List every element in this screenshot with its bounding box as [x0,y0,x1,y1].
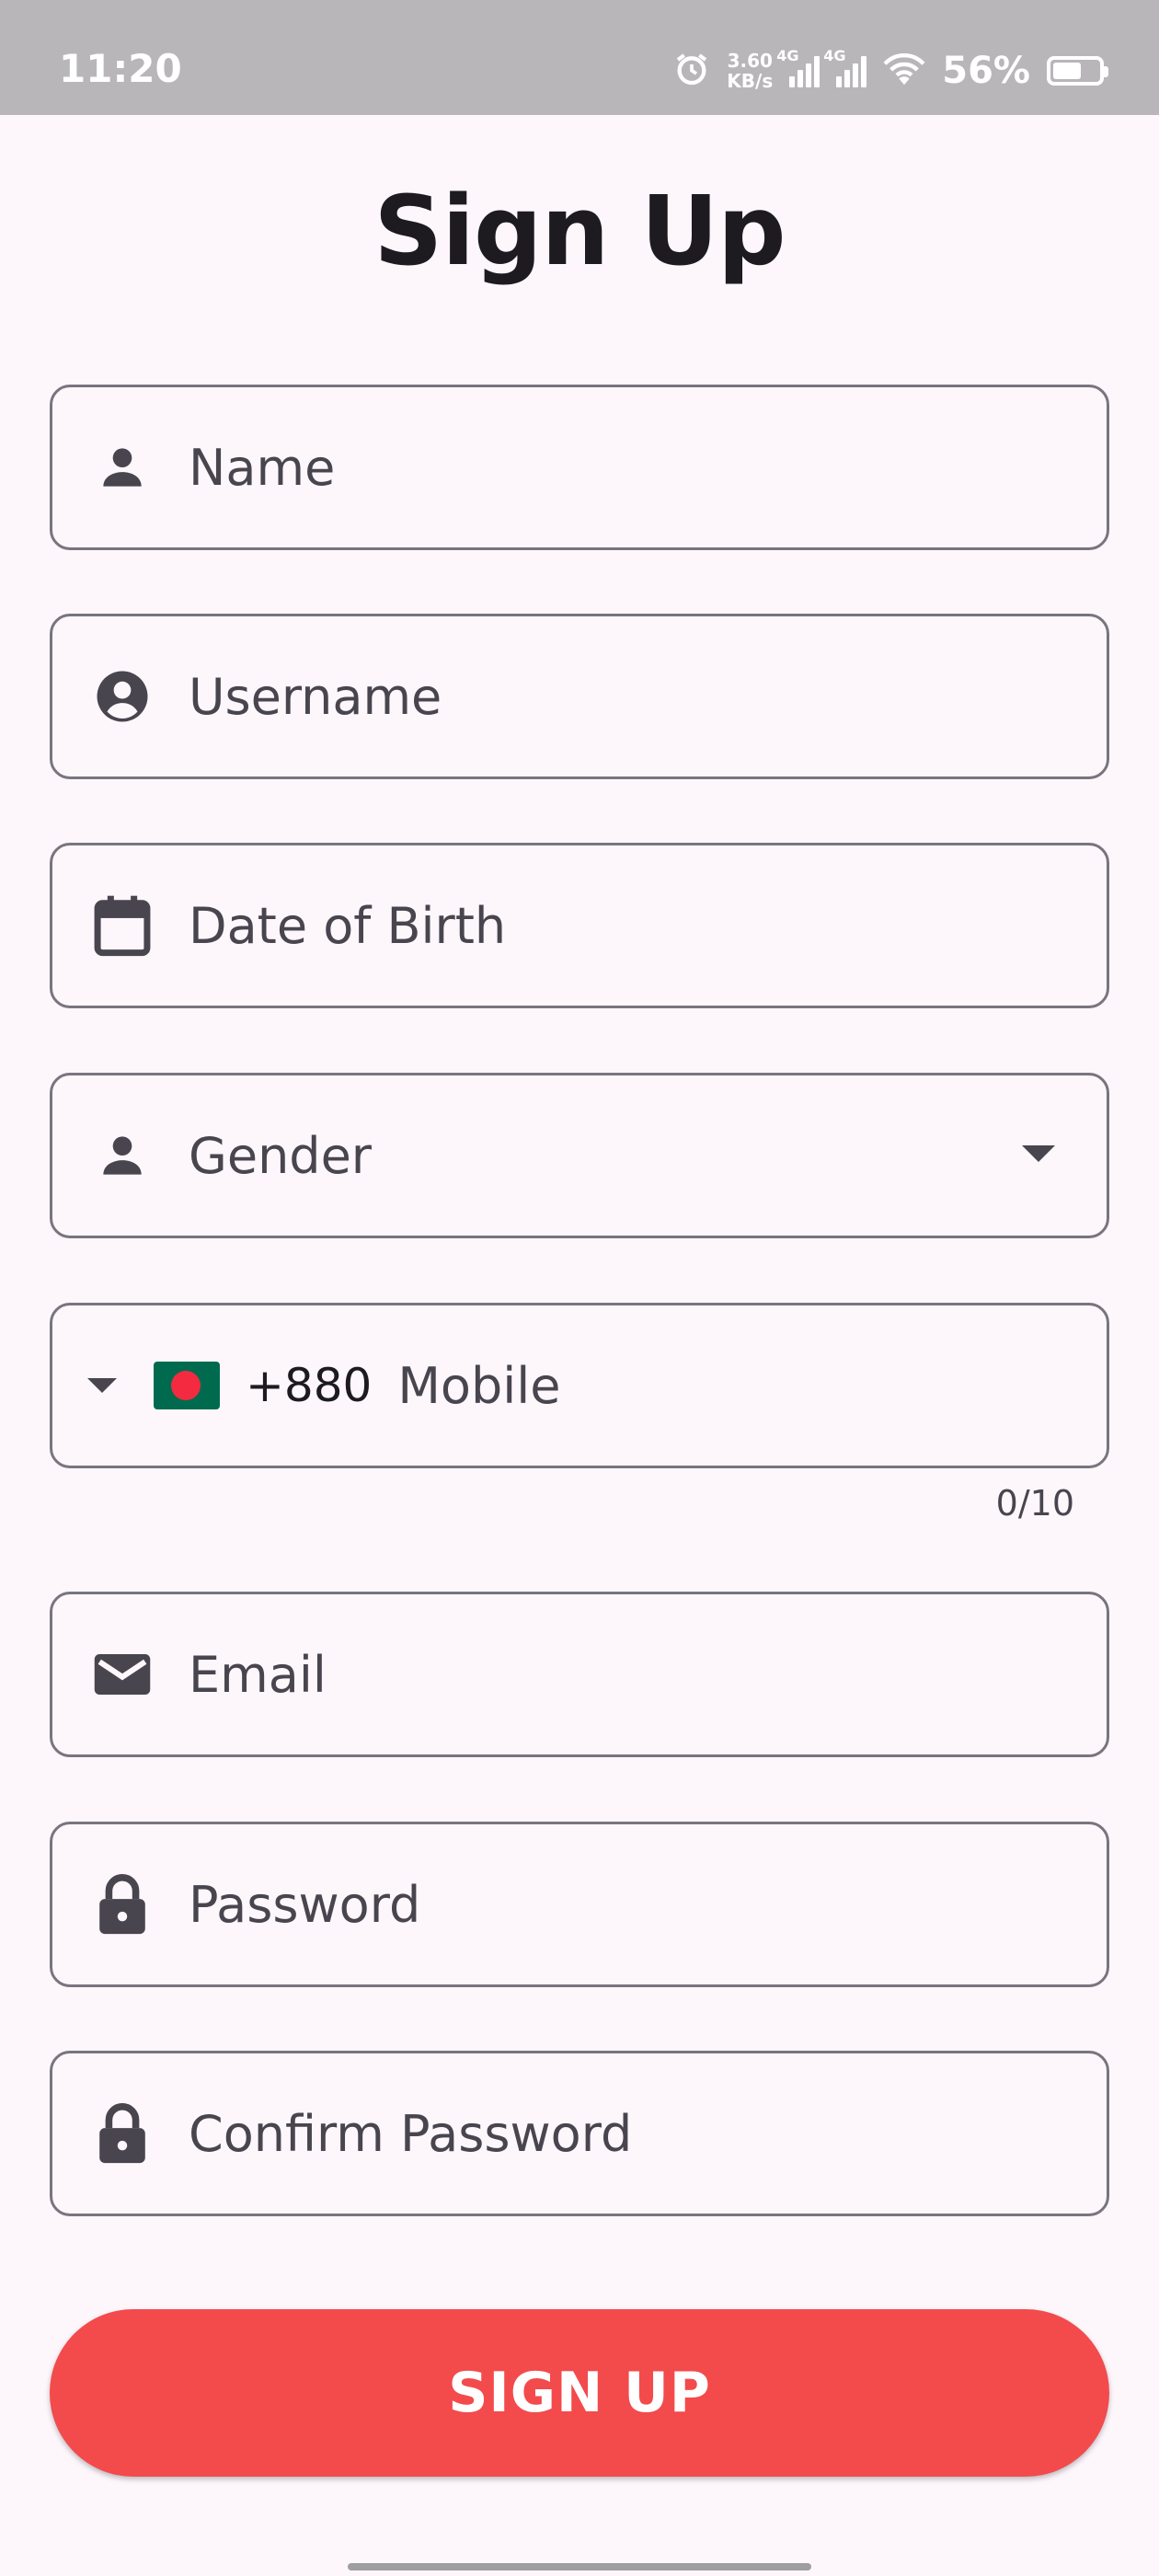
date-of-birth-placeholder: Date of Birth [189,896,507,955]
signal-icon: 4G [823,47,867,87]
home-indicator[interactable] [348,2563,811,2570]
name-placeholder: Name [189,438,336,497]
signal-icon: 4G [776,47,820,87]
status-time: 11:20 [59,46,182,91]
person-icon [89,434,155,500]
account-circle-icon [89,663,155,730]
lock-icon [89,2100,155,2167]
gender-dropdown[interactable]: Gender [50,1073,1109,1238]
battery-icon [1047,56,1108,86]
confirm-password-field[interactable]: Confirm Password [50,2051,1109,2216]
calendar-icon [89,892,155,959]
mobile-placeholder: Mobile [397,1356,561,1415]
sign-up-button[interactable]: SIGN UP [50,2309,1109,2477]
network-speed: 3.60 KB/s [727,50,774,92]
name-field[interactable]: Name [50,385,1109,550]
status-icons: 3.60 KB/s 4G 4G 56% [673,47,1108,94]
email-placeholder: Email [189,1645,327,1704]
mail-icon [89,1641,155,1708]
gender-placeholder: Gender [189,1126,372,1185]
password-field[interactable]: Password [50,1822,1109,1987]
mobile-field[interactable]: +880 Mobile [50,1303,1109,1468]
chevron-down-icon[interactable] [1022,1145,1055,1162]
battery-percent: 56% [942,50,1030,92]
dial-code: +880 [246,1359,373,1412]
page-title: Sign Up [373,175,786,287]
person-icon [89,1122,155,1189]
country-dropdown-icon[interactable] [87,1378,117,1393]
username-placeholder: Username [189,667,442,726]
wifi-icon [883,52,925,90]
confirm-password-placeholder: Confirm Password [189,2104,633,2163]
status-bar: 11:20 3.60 KB/s 4G 4G 56% [0,0,1159,115]
username-field[interactable]: Username [50,614,1109,779]
lock-icon [89,1871,155,1938]
bangladesh-flag-icon[interactable] [154,1362,220,1409]
alarm-icon [673,51,710,91]
mobile-character-counter: 0/10 [995,1483,1074,1524]
password-placeholder: Password [189,1875,421,1934]
date-of-birth-field[interactable]: Date of Birth [50,843,1109,1008]
email-field[interactable]: Email [50,1592,1109,1757]
